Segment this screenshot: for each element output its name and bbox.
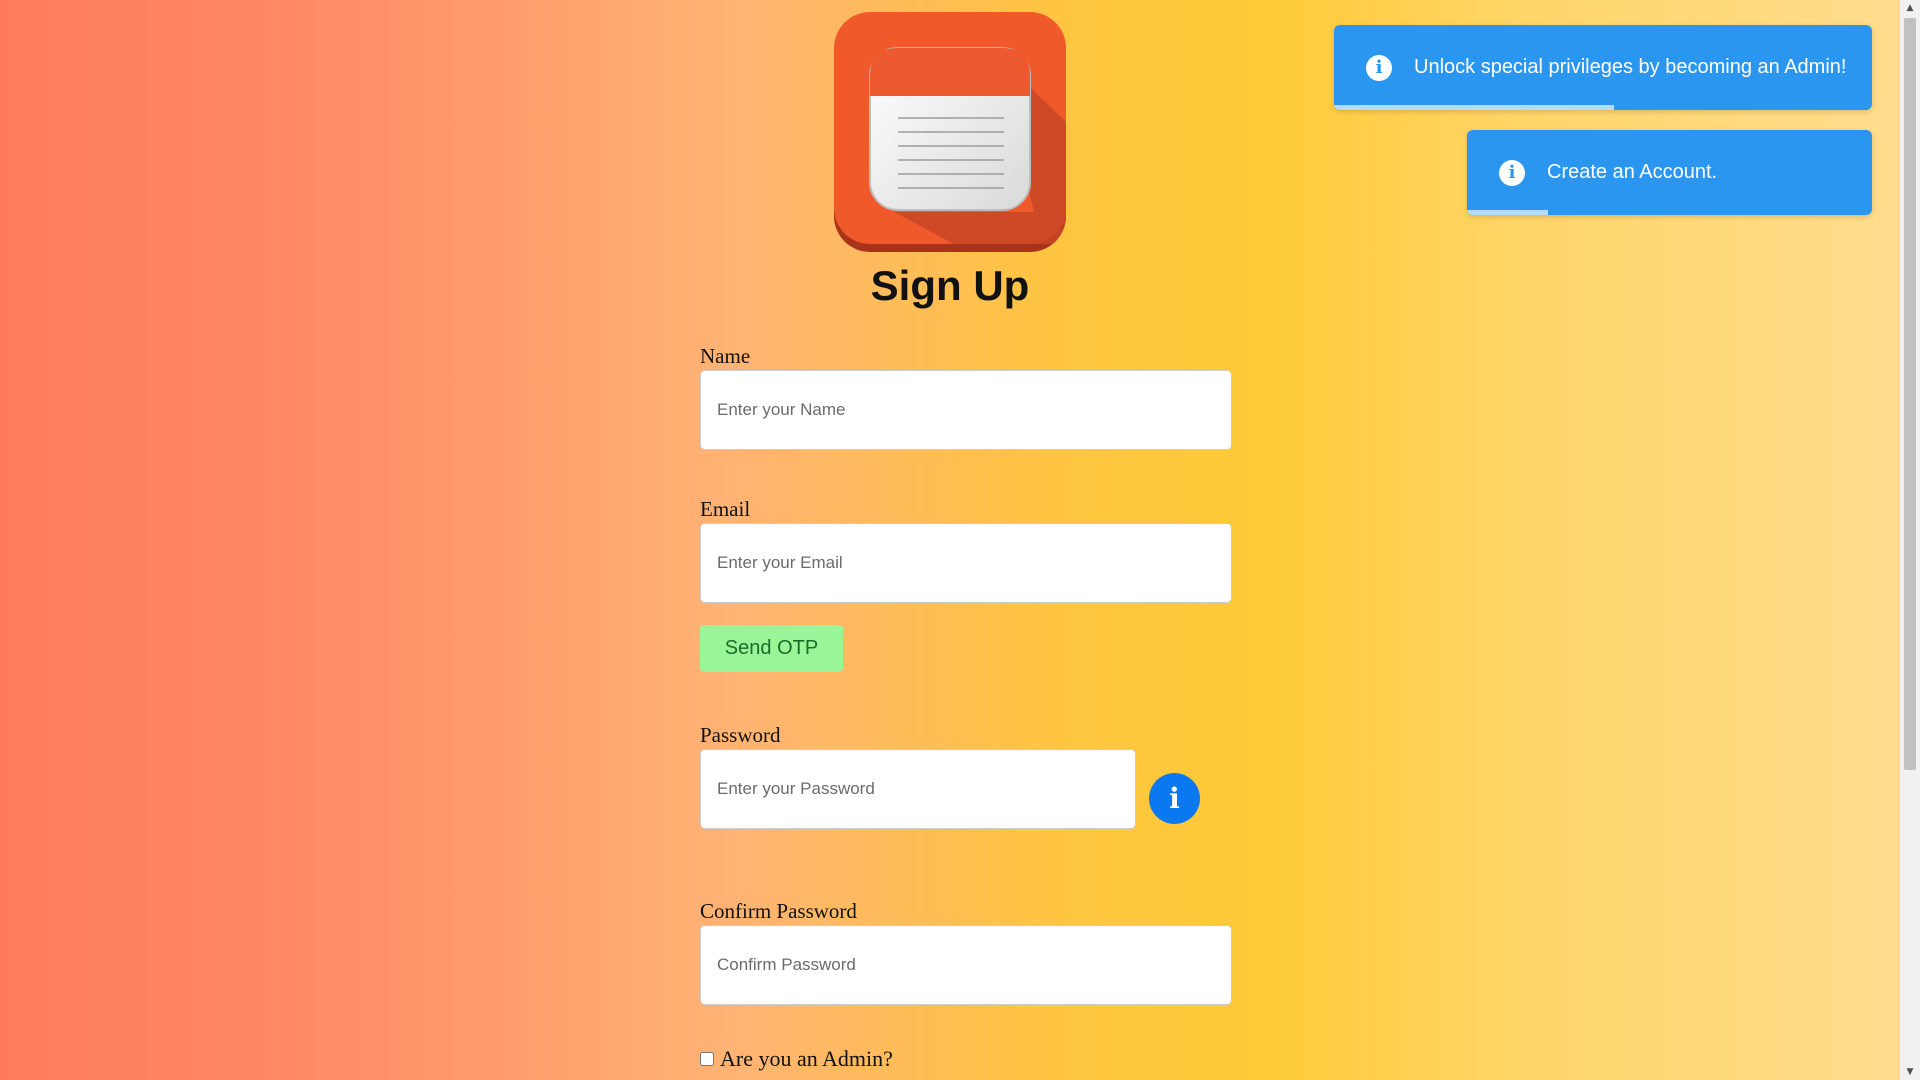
scroll-up-icon[interactable]: ▲: [1900, 0, 1920, 16]
info-icon: i: [1169, 782, 1180, 815]
name-input[interactable]: [700, 370, 1232, 450]
password-label: Password: [700, 723, 781, 747]
info-icon: i: [1366, 54, 1392, 81]
toast-message: Create an Account.: [1547, 161, 1718, 183]
password-info-button[interactable]: i: [1149, 773, 1200, 824]
toast-admin-privileges[interactable]: i Unlock special privileges by becoming …: [1334, 25, 1872, 110]
email-input[interactable]: [700, 523, 1232, 603]
admin-checkbox[interactable]: [700, 1052, 714, 1066]
info-icon: i: [1499, 159, 1525, 186]
toast-progress-bar: [1467, 210, 1548, 215]
admin-checkbox-row: Are you an Admin?: [700, 1046, 893, 1072]
confirm-password-label: Confirm Password: [700, 899, 857, 923]
page-title: Sign Up: [870, 262, 1030, 309]
vertical-scrollbar[interactable]: ▲ ▼: [1900, 0, 1920, 1080]
admin-checkbox-label: Are you an Admin?: [720, 1046, 893, 1071]
email-label: Email: [700, 497, 751, 521]
scroll-thumb[interactable]: [1904, 18, 1916, 770]
password-input[interactable]: [700, 749, 1136, 829]
scroll-down-icon[interactable]: ▼: [1900, 1064, 1920, 1080]
confirm-password-input[interactable]: [700, 925, 1232, 1005]
notepad-icon: [834, 12, 1066, 252]
toast-message: Unlock special privileges by becoming an…: [1414, 56, 1847, 78]
toast-create-account[interactable]: i Create an Account.: [1467, 130, 1872, 215]
send-otp-button[interactable]: Send OTP: [700, 625, 843, 672]
app-logo: [834, 12, 1066, 252]
toast-progress-bar: [1334, 105, 1614, 110]
name-label: Name: [700, 344, 751, 368]
